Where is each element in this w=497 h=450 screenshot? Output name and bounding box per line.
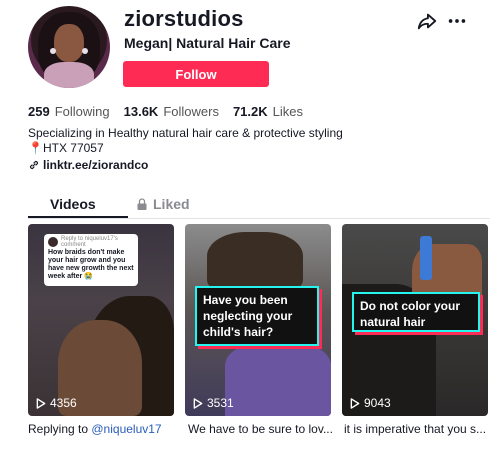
share-arrow-icon[interactable] bbox=[416, 10, 438, 32]
reply-comment-bubble: Reply to niqueluv17's comment How braids… bbox=[44, 234, 138, 286]
video-overlay-text: Have you been neglecting your child's ha… bbox=[195, 286, 319, 346]
profile-stats: 259 Following 13.6K Followers 71.2K Like… bbox=[28, 104, 317, 119]
follow-button[interactable]: Follow bbox=[123, 61, 269, 87]
video-caption[interactable]: We have to be sure to lov... bbox=[188, 422, 338, 436]
bio-link-text: linktr.ee/ziorandco bbox=[43, 158, 149, 172]
reply-text: How braids don't make your hair grow and… bbox=[48, 249, 134, 280]
bio-link[interactable]: linktr.ee/ziorandco bbox=[28, 158, 148, 172]
avatar-earring bbox=[50, 48, 56, 54]
caption-mention[interactable]: @niqueluv17 bbox=[91, 422, 161, 436]
followers-stat[interactable]: 13.6K Followers bbox=[124, 104, 219, 119]
video-grid: Reply to niqueluv17's comment How braids… bbox=[28, 224, 490, 450]
commenter-avatar bbox=[48, 237, 58, 247]
view-count: 4356 bbox=[36, 396, 77, 410]
play-icon bbox=[193, 397, 203, 409]
followers-count: 13.6K bbox=[123, 104, 159, 119]
video-caption[interactable]: it is imperative that you s... bbox=[344, 422, 494, 436]
link-icon bbox=[29, 160, 39, 170]
view-count-value: 3531 bbox=[207, 396, 234, 410]
view-count-value: 9043 bbox=[364, 396, 391, 410]
avatar-body bbox=[44, 62, 94, 88]
username: ziorstudios bbox=[124, 6, 244, 31]
bio-line: Specializing in Healthy natural hair car… bbox=[28, 126, 343, 140]
avatar[interactable] bbox=[28, 6, 110, 88]
play-icon bbox=[36, 397, 46, 409]
caption-text: Replying to bbox=[28, 422, 92, 436]
reply-header: Reply to niqueluv17's comment bbox=[61, 236, 118, 248]
view-count: 9043 bbox=[350, 396, 391, 410]
tab-liked-label: Liked bbox=[153, 196, 190, 212]
likes-stat: 71.2K Likes bbox=[233, 104, 303, 119]
bio-location: 📍HTX 77057 bbox=[28, 141, 104, 155]
video-thumbnail-hair bbox=[207, 232, 303, 292]
video-card[interactable]: Have you been neglecting your child's ha… bbox=[185, 224, 331, 416]
video-card[interactable]: Do not color your natural hair 9043 bbox=[342, 224, 488, 416]
tab-videos[interactable]: Videos bbox=[50, 196, 96, 212]
video-thumbnail-tool bbox=[420, 236, 432, 280]
following-label: Following bbox=[54, 104, 110, 119]
avatar-earring bbox=[82, 48, 88, 54]
video-caption[interactable]: Replying to @niqueluv17 bbox=[28, 422, 178, 436]
video-thumbnail-shirt bbox=[225, 344, 331, 416]
view-count-value: 4356 bbox=[50, 396, 77, 410]
video-card[interactable]: Reply to niqueluv17's comment How braids… bbox=[28, 224, 174, 416]
bio: Specializing in Healthy natural hair car… bbox=[28, 126, 343, 156]
more-dots-icon[interactable] bbox=[446, 10, 468, 32]
play-icon bbox=[350, 397, 360, 409]
video-overlay-text: Do not color your natural hair bbox=[352, 292, 480, 332]
following-stat[interactable]: 259 Following bbox=[28, 104, 110, 119]
likes-count: 71.2K bbox=[232, 104, 268, 119]
tab-active-underline bbox=[28, 216, 128, 218]
avatar-face bbox=[54, 24, 84, 62]
likes-label: Likes bbox=[272, 104, 304, 119]
followers-label: Followers bbox=[163, 104, 219, 119]
tab-liked[interactable]: Liked bbox=[136, 196, 190, 212]
following-count: 259 bbox=[28, 104, 50, 119]
display-name: Megan| Natural Hair Care bbox=[124, 35, 291, 51]
lock-icon bbox=[137, 197, 147, 210]
profile-tabs: Videos Liked bbox=[28, 192, 490, 219]
view-count: 3531 bbox=[193, 396, 234, 410]
